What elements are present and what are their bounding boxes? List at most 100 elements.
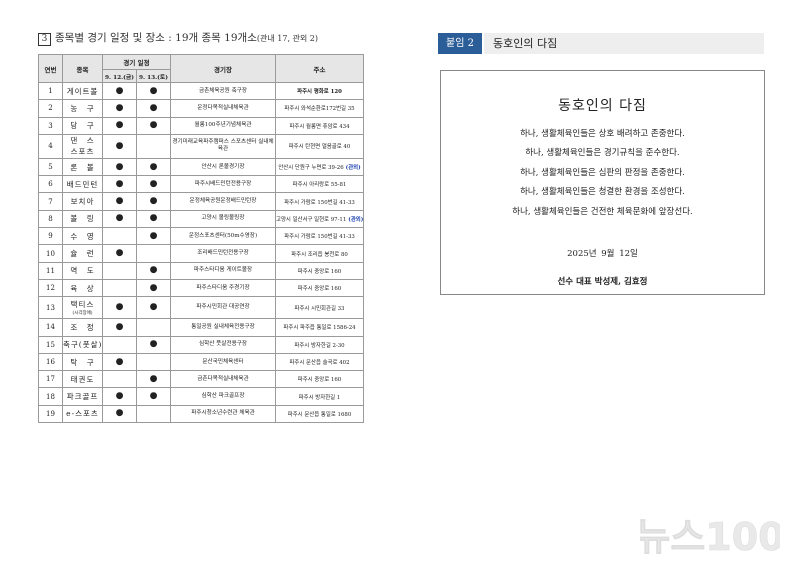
day2-mark xyxy=(136,318,171,337)
row-address: 고양시 일산서구 일현로 97-11 (관외) xyxy=(275,209,364,229)
address-text: 파주시 탄현면 얼음골로 40 xyxy=(288,144,351,151)
row-number: 8 xyxy=(38,209,63,229)
row-sport: 론 볼 xyxy=(62,157,103,177)
schedule-row: 1 게이트볼 ● ● 금촌체육공원 축구장 파주시 평화로 120 xyxy=(38,81,364,101)
sport-name: 농 구 xyxy=(70,103,95,113)
address-text: 파주시 월롱면 휴암로 434 xyxy=(289,123,350,130)
day1-mark: ● xyxy=(102,81,137,101)
day1-mark: ● xyxy=(102,192,137,211)
day2-mark: ● xyxy=(136,261,171,280)
row-venue: 운정체육공원운정배드민턴장 xyxy=(170,192,276,211)
row-sport: e-스포츠 xyxy=(62,404,103,424)
attachment-label: 붙임 2 xyxy=(438,33,482,54)
day2-mark xyxy=(136,244,171,263)
address-text: 파주시 중앙로 160 xyxy=(297,286,342,293)
day1-mark: ● xyxy=(102,209,137,229)
row-address: 파주시 탄현면 얼음골로 40 xyxy=(275,133,364,159)
row-number: 3 xyxy=(38,116,63,135)
pledge-line: 하나, 생활체육인들은 경기규칙을 준수한다. xyxy=(525,148,680,159)
col-header-no: 연번 xyxy=(38,54,63,83)
sport-name: 탁 구 xyxy=(70,357,95,367)
schedule-table-body: 1 게이트볼 ● ● 금촌체육공원 축구장 파주시 평화로 120 2 농 구 ● ● 운정다목적실… xyxy=(38,81,364,424)
section-number: 3 xyxy=(38,33,51,46)
row-number: 5 xyxy=(38,157,63,177)
address-text: 파주시 와석순환로172번길 35 xyxy=(284,106,355,113)
row-sport: 태권도 xyxy=(62,370,103,389)
schedule-row: 7 보치아 ● ● 운정체육공원운정배드민턴장 파주시 가람로 150번길 41-33 xyxy=(38,192,364,211)
row-address: 파주시 평화로 120 xyxy=(275,81,364,101)
day1-mark xyxy=(102,370,137,389)
row-address: 파주시 시민회관길 33 xyxy=(275,296,364,320)
row-venue: 안산시 론볼경기장 xyxy=(170,157,276,177)
schedule-row: 11 역 도 ● 파주스타디움 게이트볼장 파주시 중앙로 160 xyxy=(38,261,364,280)
day1-mark: ● xyxy=(102,157,137,177)
row-address: 파주시 월롱면 휴암로 434 xyxy=(275,116,364,135)
row-number: 10 xyxy=(38,244,63,263)
schedule-row: 9 수 영 ● 운정스포츠센터(50m수영장) 파주시 가람로 150번길 41-33 xyxy=(38,227,364,246)
row-address: 파주시 와석순환로172번길 35 xyxy=(275,99,364,118)
sport-name: 당 구 xyxy=(70,121,95,131)
day2-mark: ● xyxy=(136,99,171,118)
row-venue: 금촌다목적실내체육관 xyxy=(170,370,276,389)
row-sport: 육 상 xyxy=(62,278,103,298)
sport-name: 볼 링 xyxy=(70,214,95,224)
schedule-row: 17 태권도 ● 금촌다목적실내체육관 파주시 중앙로 160 xyxy=(38,370,364,389)
address-text: 파주시 문산읍 통일로 1680 xyxy=(287,411,352,418)
col-header-day2: 9. 13.(토) xyxy=(136,69,171,83)
row-sport: 당 구 xyxy=(62,116,103,135)
day1-mark: ● xyxy=(102,175,137,194)
day1-mark xyxy=(102,335,137,354)
row-number: 15 xyxy=(38,335,63,354)
row-sport: 보치아 xyxy=(62,192,103,211)
row-address: 파주시 파주읍 통일로 1586-24 xyxy=(275,318,364,337)
address-text: 파주시 방자한길 1 xyxy=(298,394,341,401)
row-venue: 파주시청소년수련관 체육관 xyxy=(170,404,276,424)
schedule-table: 연번 종목 경기 일정 경기장 주소 9. 12.(금) 9. 13.(토) 1… xyxy=(38,54,364,424)
address-text: 파주시 조리읍 봉천로 80 xyxy=(291,251,348,258)
row-address: 파주시 아리랑로 55-81 xyxy=(275,175,364,194)
pledge-lines: 하나, 생활체육인들은 상호 배려하고 존중한다. 하나, 생활체육인들은 경기… xyxy=(441,125,764,222)
day2-mark: ● xyxy=(136,387,171,406)
row-sport: 축구(풋살) xyxy=(62,335,103,354)
out-of-area-tag: (관외) xyxy=(345,165,361,172)
day1-mark: ● xyxy=(102,352,137,372)
row-sport: 역 도 xyxy=(62,261,103,280)
day1-mark: ● xyxy=(102,296,137,320)
address-text: 파주시 방자한길 2-30 xyxy=(294,342,345,349)
col-header-day1: 9. 12.(금) xyxy=(102,69,137,83)
day1-mark: ● xyxy=(102,318,137,337)
address-text: 파주시 아리랑로 55-81 xyxy=(292,182,347,189)
row-venue: 파주스타디움 게이트볼장 xyxy=(170,261,276,280)
schedule-heading-sub: (관내 17, 관외 2) xyxy=(256,34,318,43)
pledge-title: 동호인의 다짐 xyxy=(558,98,647,114)
day2-mark: ● xyxy=(136,227,171,246)
row-number: 4 xyxy=(38,133,63,159)
sport-name: 슐 런 xyxy=(70,249,95,259)
day2-mark: ● xyxy=(136,175,171,194)
schedule-heading: 3 종목별 경기 일정 및 장소 : 19개 종목 19개소(관내 17, 관외 … xyxy=(38,30,318,46)
schedule-row: 6 배드민턴 ● ● 파주시배드민턴전용구장 파주시 아리랑로 55-81 xyxy=(38,175,364,194)
day1-mark: ● xyxy=(102,244,137,263)
day2-mark xyxy=(136,133,171,159)
schedule-row: 3당 구 ● ● 월롱100주년기념체육관 파주시 월롱면 휴암로 434 xyxy=(38,116,364,135)
address-text: 파주시 중앙로 160 xyxy=(297,377,342,384)
day2-mark: ● xyxy=(136,81,171,101)
row-venue: 금촌체육공원 축구장 xyxy=(170,81,276,101)
sport-name-line2: 스포츠 xyxy=(70,147,95,157)
pledge-line: 하나, 생활체육인들은 건전한 체육문화에 앞장선다. xyxy=(512,206,693,217)
row-number: 2 xyxy=(38,99,63,118)
sport-name: 댄 스 xyxy=(70,136,95,146)
attachment-title: 동호인의 다짐 xyxy=(484,33,764,54)
row-sport: 볼 링 xyxy=(62,209,103,229)
pledge-line: 하나, 생활체육인들은 청결한 환경을 조성한다. xyxy=(520,187,685,198)
col-header-venue: 경기장 xyxy=(170,54,276,83)
row-number: 17 xyxy=(38,370,63,389)
row-venue: 운정다목적실내체육관 xyxy=(170,99,276,118)
row-number: 19 xyxy=(38,404,63,424)
row-number: 18 xyxy=(38,387,63,406)
schedule-row: 16 탁 구 ● 문산국민체육센터 파주시 문산읍 술곡로 402 xyxy=(38,352,364,372)
sport-name: 역 도 xyxy=(70,266,95,276)
row-sport: 탁 구 xyxy=(62,352,103,372)
schedule-row: 12 육 상 ● 파주스타디움 주경기장 파주시 중앙로 160 xyxy=(38,278,364,298)
row-venue: 파주스타디움 주경기장 xyxy=(170,278,276,298)
